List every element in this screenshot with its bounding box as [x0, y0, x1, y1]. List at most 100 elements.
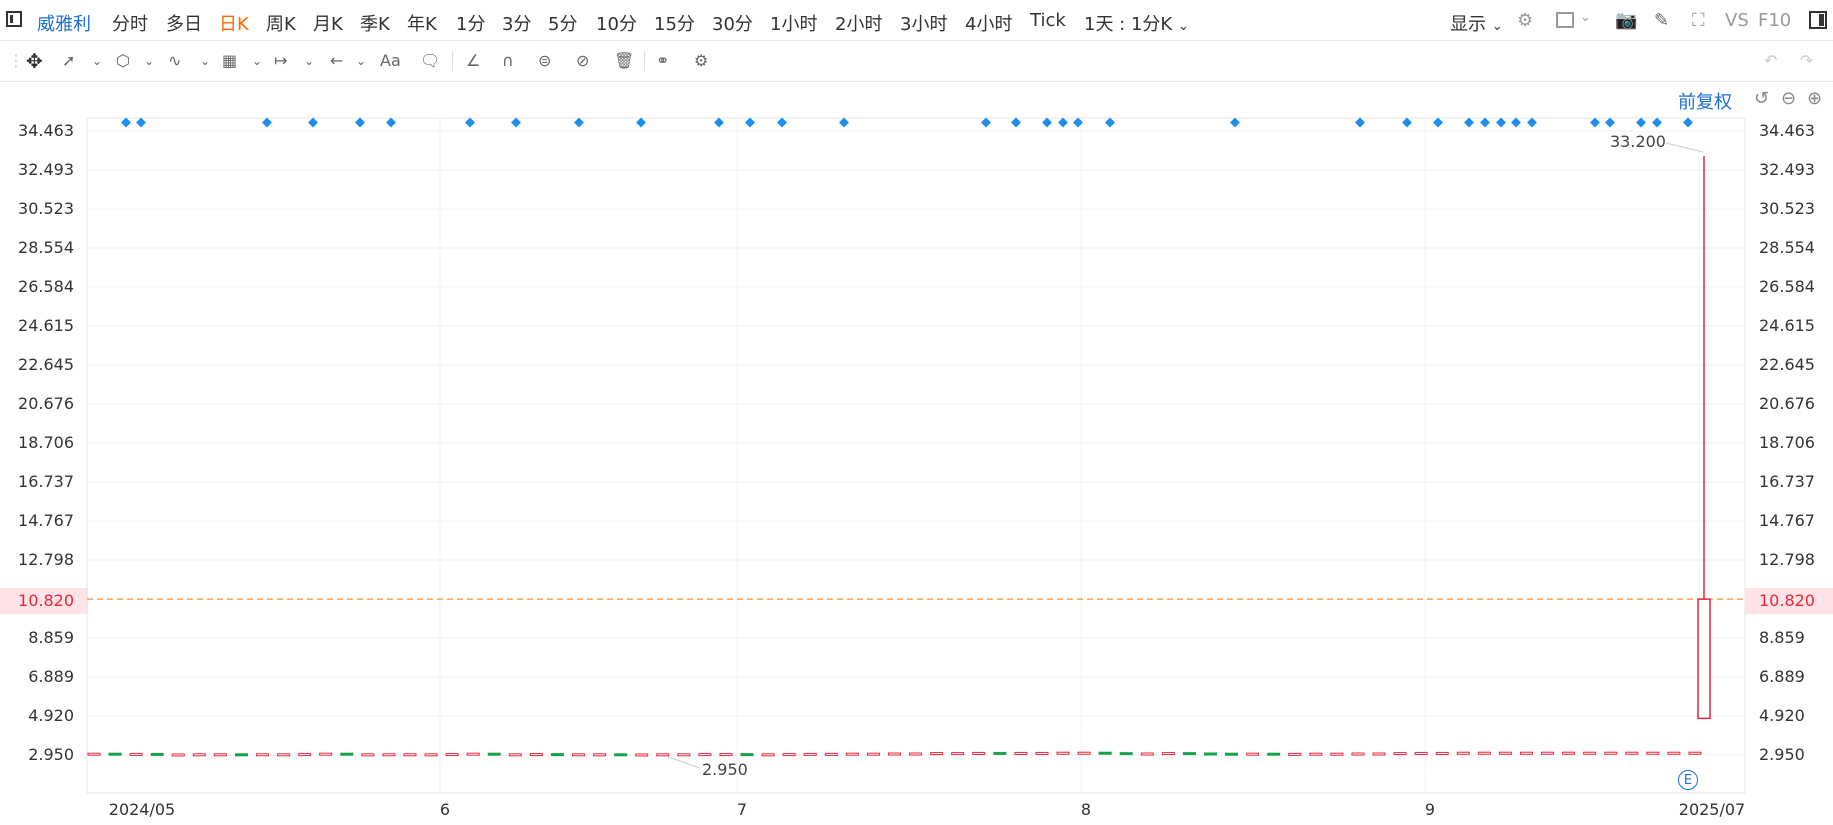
- dividend-marker: [308, 117, 318, 128]
- dividend-marker: [1230, 117, 1240, 128]
- comment-tool-icon[interactable]: 🗨: [420, 49, 440, 73]
- text-tool-icon[interactable]: Aa: [380, 49, 401, 73]
- wave-tool-icon[interactable]: ∿: [168, 49, 181, 73]
- display-select[interactable]: 显示 ⌄: [1450, 10, 1503, 36]
- hide-drawing-icon[interactable]: ⊘: [576, 49, 589, 73]
- candle: [1035, 751, 1049, 755]
- candle: [466, 752, 480, 756]
- period-tab-2[interactable]: 日K: [219, 10, 249, 36]
- candle: [1583, 751, 1597, 755]
- reset-chart-icon[interactable]: ↺: [1754, 88, 1769, 109]
- candle: [972, 751, 986, 755]
- chevron-down-icon[interactable]: ⌄: [144, 49, 154, 73]
- dividend-marker: [981, 117, 991, 128]
- period-tab-1[interactable]: 多日: [166, 10, 202, 36]
- candle: [1309, 752, 1323, 756]
- candle: [1203, 752, 1217, 756]
- candle: [192, 753, 206, 757]
- period-tab-7[interactable]: 1分: [456, 10, 485, 36]
- candle: [550, 753, 564, 757]
- period-tab-17[interactable]: Tick: [1030, 10, 1066, 31]
- candle: [1372, 752, 1386, 756]
- overlay-compare-icon[interactable]: ⚭: [656, 49, 669, 73]
- vs-button[interactable]: VS: [1725, 10, 1749, 31]
- period-tab-3[interactable]: 周K: [266, 10, 296, 36]
- sidebar-toggle-icon[interactable]: [6, 11, 22, 27]
- y-tick-left: 32.493: [18, 160, 74, 179]
- undo-icon[interactable]: ↶: [1764, 49, 1777, 73]
- high-price-label: 33.200: [1610, 132, 1666, 151]
- pencil-icon[interactable]: ✎: [1654, 10, 1669, 31]
- period-tab-15[interactable]: 3小时: [900, 10, 947, 36]
- settings-gear-icon[interactable]: ⚙: [1517, 10, 1533, 31]
- drawing-settings-icon[interactable]: ⚙: [694, 49, 708, 73]
- period-tab-16[interactable]: 4小时: [965, 10, 1012, 36]
- y-tick-right: 4.920: [1759, 706, 1805, 725]
- dividend-marker: [1433, 117, 1443, 128]
- line-tool-icon[interactable]: ➚: [62, 49, 75, 73]
- y-tick-left: 8.859: [28, 628, 74, 647]
- polygon-tool-icon[interactable]: ⬡: [116, 49, 130, 73]
- period-tab-6[interactable]: 年K: [407, 10, 437, 36]
- magnet-icon[interactable]: ∩: [502, 49, 514, 73]
- candle: [761, 753, 775, 757]
- last-candle-body: [1697, 598, 1711, 720]
- period-tab-12[interactable]: 30分: [712, 10, 753, 36]
- period-tab-0[interactable]: 分时: [112, 10, 148, 36]
- chevron-down-icon[interactable]: ⌄: [304, 49, 314, 73]
- stock-name[interactable]: 威雅利: [37, 10, 91, 36]
- event-e-icon[interactable]: E: [1678, 770, 1698, 790]
- candle: [1119, 752, 1133, 756]
- measure-tool-icon[interactable]: ↦: [274, 49, 287, 73]
- angle-tool-icon[interactable]: ∠: [466, 49, 480, 73]
- candle: [1246, 752, 1260, 756]
- period-tab-5[interactable]: 季K: [360, 10, 390, 36]
- interval-select[interactable]: 1天 : 1分K ⌄: [1084, 10, 1189, 36]
- move-cross-icon[interactable]: ✥: [26, 49, 43, 73]
- period-tab-11[interactable]: 15分: [654, 10, 695, 36]
- period-tab-10[interactable]: 10分: [596, 10, 637, 36]
- candle: [1667, 751, 1681, 755]
- zoom-in-icon[interactable]: ⊕: [1807, 88, 1822, 109]
- candle: [129, 752, 143, 756]
- candle: [1225, 752, 1239, 756]
- price-adjust-label[interactable]: 前复权: [1678, 88, 1732, 114]
- candle: [1414, 751, 1428, 755]
- drag-handle-icon[interactable]: ⋮: [8, 49, 24, 73]
- chevron-down-icon[interactable]: ⌄: [356, 49, 366, 73]
- candle: [1541, 751, 1555, 755]
- chevron-down-icon[interactable]: ⌄: [252, 49, 262, 73]
- period-tab-4[interactable]: 月K: [313, 10, 343, 36]
- layout-square-icon[interactable]: [1556, 12, 1574, 28]
- toolbar-divider: [452, 51, 453, 71]
- period-tab-8[interactable]: 3分: [502, 10, 531, 36]
- candle: [1161, 752, 1175, 756]
- zoom-out-icon[interactable]: ⊖: [1781, 88, 1796, 109]
- arrow-tool-icon[interactable]: ←: [330, 49, 343, 73]
- period-tab-13[interactable]: 1小时: [770, 10, 817, 36]
- kline-chart[interactable]: [0, 0, 1833, 825]
- chevron-down-icon: ⌄: [1177, 19, 1189, 34]
- redo-icon[interactable]: ↷: [1800, 49, 1813, 73]
- period-tab-9[interactable]: 5分: [548, 10, 577, 36]
- chevron-down-icon[interactable]: ⌄: [200, 49, 210, 73]
- candle: [1330, 752, 1344, 756]
- f10-button[interactable]: F10: [1758, 10, 1791, 31]
- dividend-marker: [355, 117, 365, 128]
- period-tab-14[interactable]: 2小时: [835, 10, 882, 36]
- right-panel-toggle-icon[interactable]: [1809, 11, 1827, 29]
- fibonacci-tool-icon[interactable]: ▦: [222, 49, 237, 73]
- trash-icon[interactable]: 🗑: [614, 49, 634, 73]
- chevron-down-icon[interactable]: ⌄: [92, 49, 102, 73]
- dividend-marker: [1042, 117, 1052, 128]
- fullscreen-icon[interactable]: ⛶: [1692, 10, 1705, 31]
- candle: [1056, 751, 1070, 755]
- chevron-down-icon[interactable]: ⌄: [1580, 10, 1591, 25]
- candle: [719, 753, 733, 757]
- candle: [277, 753, 291, 757]
- dividend-marker: [1527, 117, 1537, 128]
- x-tick: 8: [1080, 800, 1092, 819]
- camera-icon[interactable]: 📷: [1615, 10, 1637, 31]
- lock-drawing-icon[interactable]: ⊜: [538, 49, 551, 73]
- dividend-marker: [1355, 117, 1365, 128]
